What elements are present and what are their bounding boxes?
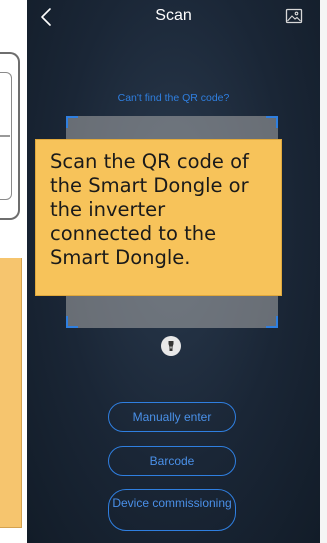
barcode-button[interactable]: Barcode	[108, 446, 236, 476]
top-bar: Scan	[27, 0, 320, 34]
scan-frame-corner	[66, 316, 78, 328]
flashlight-icon[interactable]	[161, 336, 181, 356]
device-commissioning-button[interactable]: Device commissioning	[108, 489, 236, 531]
background-divider	[0, 135, 10, 137]
scan-screen: Scan Can't find the QR code? Scan the QR…	[27, 0, 320, 543]
screen-right-edge	[320, 0, 327, 543]
cant-find-qr-link[interactable]: Can't find the QR code?	[27, 91, 320, 105]
scan-frame-corner	[266, 116, 278, 128]
page-title: Scan	[155, 7, 192, 24]
scan-frame-corner	[66, 116, 78, 128]
instruction-callout: Scan the QR code of the Smart Dongle or …	[35, 139, 282, 296]
background-screen-edge	[0, 0, 27, 543]
background-callout-edge	[0, 258, 22, 528]
manually-enter-button[interactable]: Manually enter	[108, 402, 236, 432]
scan-frame-corner	[266, 316, 278, 328]
image-icon[interactable]	[285, 8, 303, 24]
